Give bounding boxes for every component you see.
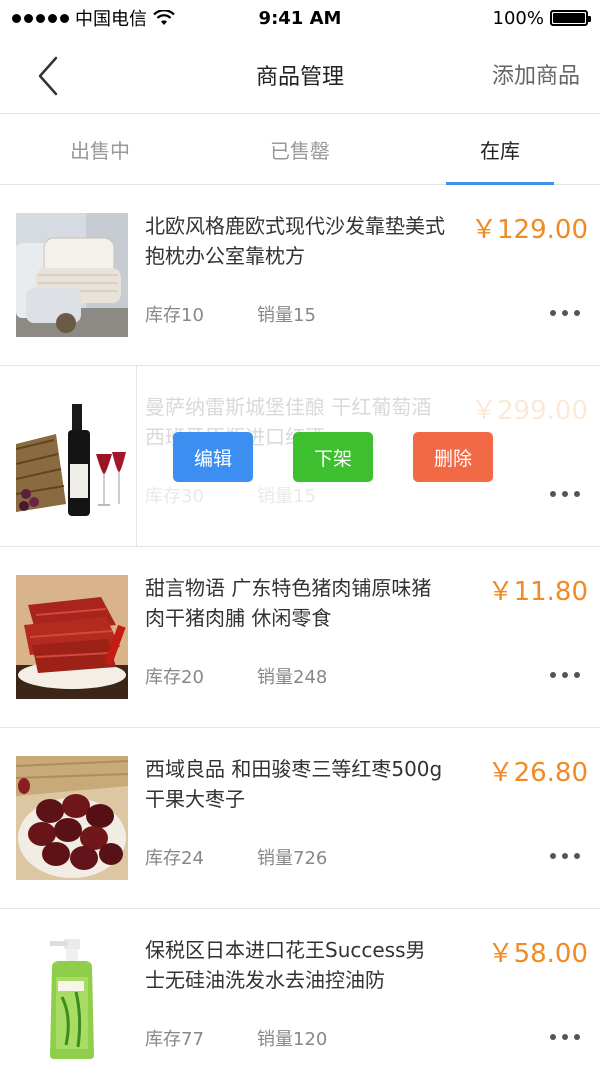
tab-in-stock[interactable]: 在库 xyxy=(400,114,600,185)
product-sales: 销量120 xyxy=(257,1029,328,1050)
list-item[interactable]: 保税区日本进口花王Success男士无硅油洗发水去油控油防 ￥58.00 库存7… xyxy=(0,909,600,1067)
tab-bar: 出售中 已售罄 在库 xyxy=(0,114,600,185)
product-price: ￥26.80 xyxy=(487,758,588,788)
tab-on-sale[interactable]: 出售中 xyxy=(0,114,200,184)
red-wine-image xyxy=(16,394,128,518)
product-title: 北欧风格鹿欧式现代沙发靠垫美式抱枕办公室靠枕方 xyxy=(145,214,445,268)
tab-sold-out[interactable]: 已售罄 xyxy=(200,114,400,184)
status-left: 中国电信 xyxy=(12,5,175,31)
product-title: 西域良品 和田骏枣三等红枣500g干果大枣子 xyxy=(145,757,443,811)
product-stock: 库存24 xyxy=(145,848,204,869)
product-stock: 库存30 xyxy=(145,486,204,507)
carrier-label: 中国电信 xyxy=(75,9,147,30)
product-price: ￥58.00 xyxy=(487,939,588,969)
battery-icon xyxy=(550,10,591,26)
edit-button[interactable]: 编辑 xyxy=(173,432,253,482)
list-item[interactable]: 甜言物语 广东特色猪肉铺原味猪肉干猪肉脯 休闲零食 ￥11.80 库存20 销量… xyxy=(0,547,600,728)
product-list: 北欧风格鹿欧式现代沙发靠垫美式抱枕办公室靠枕方 ￥129.00 库存10 销量1… xyxy=(0,185,600,1067)
more-options-icon[interactable] xyxy=(550,853,580,859)
chevron-left-icon xyxy=(38,56,58,96)
product-price: ￥299.00 xyxy=(471,396,588,426)
product-sales: 销量248 xyxy=(257,667,328,688)
product-price: ￥129.00 xyxy=(471,215,588,245)
more-options-icon[interactable] xyxy=(550,310,580,316)
product-sales: 销量15 xyxy=(257,486,316,507)
product-price: ￥11.80 xyxy=(487,577,588,607)
battery-percent: 100% xyxy=(492,7,544,29)
product-title: 保税区日本进口花王Success男士无硅油洗发水去油控油防 xyxy=(145,938,426,992)
signal-strength-icon xyxy=(12,13,69,23)
product-title: 甜言物语 广东特色猪肉铺原味猪肉干猪肉脯 休闲零食 xyxy=(145,576,432,630)
product-stock: 库存20 xyxy=(145,667,204,688)
product-stock: 库存10 xyxy=(145,305,204,326)
status-bar: 中国电信 9:41 AM 100% xyxy=(0,0,600,36)
pork-jerky-image xyxy=(16,575,128,699)
list-item[interactable]: 曼萨纳雷斯城堡佳酿 干红葡萄酒 西班牙原瓶进口红酒 ￥299.00 库存30 销… xyxy=(0,366,600,547)
add-product-button[interactable]: 添加商品 xyxy=(492,58,580,90)
pillows-image xyxy=(16,213,128,337)
back-button[interactable] xyxy=(30,54,70,98)
page-title: 商品管理 xyxy=(255,64,344,90)
product-sales: 销量15 xyxy=(257,305,316,326)
product-sales: 销量726 xyxy=(257,848,328,869)
list-item[interactable]: 北欧风格鹿欧式现代沙发靠垫美式抱枕办公室靠枕方 ￥129.00 库存10 销量1… xyxy=(0,185,600,366)
more-options-icon[interactable] xyxy=(550,672,580,678)
tab-in-stock-label: 在库 xyxy=(480,138,520,163)
take-offshelf-button[interactable]: 下架 xyxy=(293,432,373,482)
nav-bar: 商品管理 添加商品 xyxy=(0,36,600,114)
more-options-icon[interactable] xyxy=(550,491,580,497)
product-stock: 库存77 xyxy=(145,1029,204,1050)
red-dates-image xyxy=(16,756,128,880)
status-right: 100% xyxy=(492,7,591,29)
wifi-icon xyxy=(153,10,175,25)
more-options-icon[interactable] xyxy=(550,1034,580,1040)
list-item[interactable]: 西域良品 和田骏枣三等红枣500g干果大枣子 ￥26.80 库存24 销量726 xyxy=(0,728,600,909)
shampoo-bottle-image xyxy=(16,937,128,1061)
delete-button[interactable]: 删除 xyxy=(413,432,493,482)
